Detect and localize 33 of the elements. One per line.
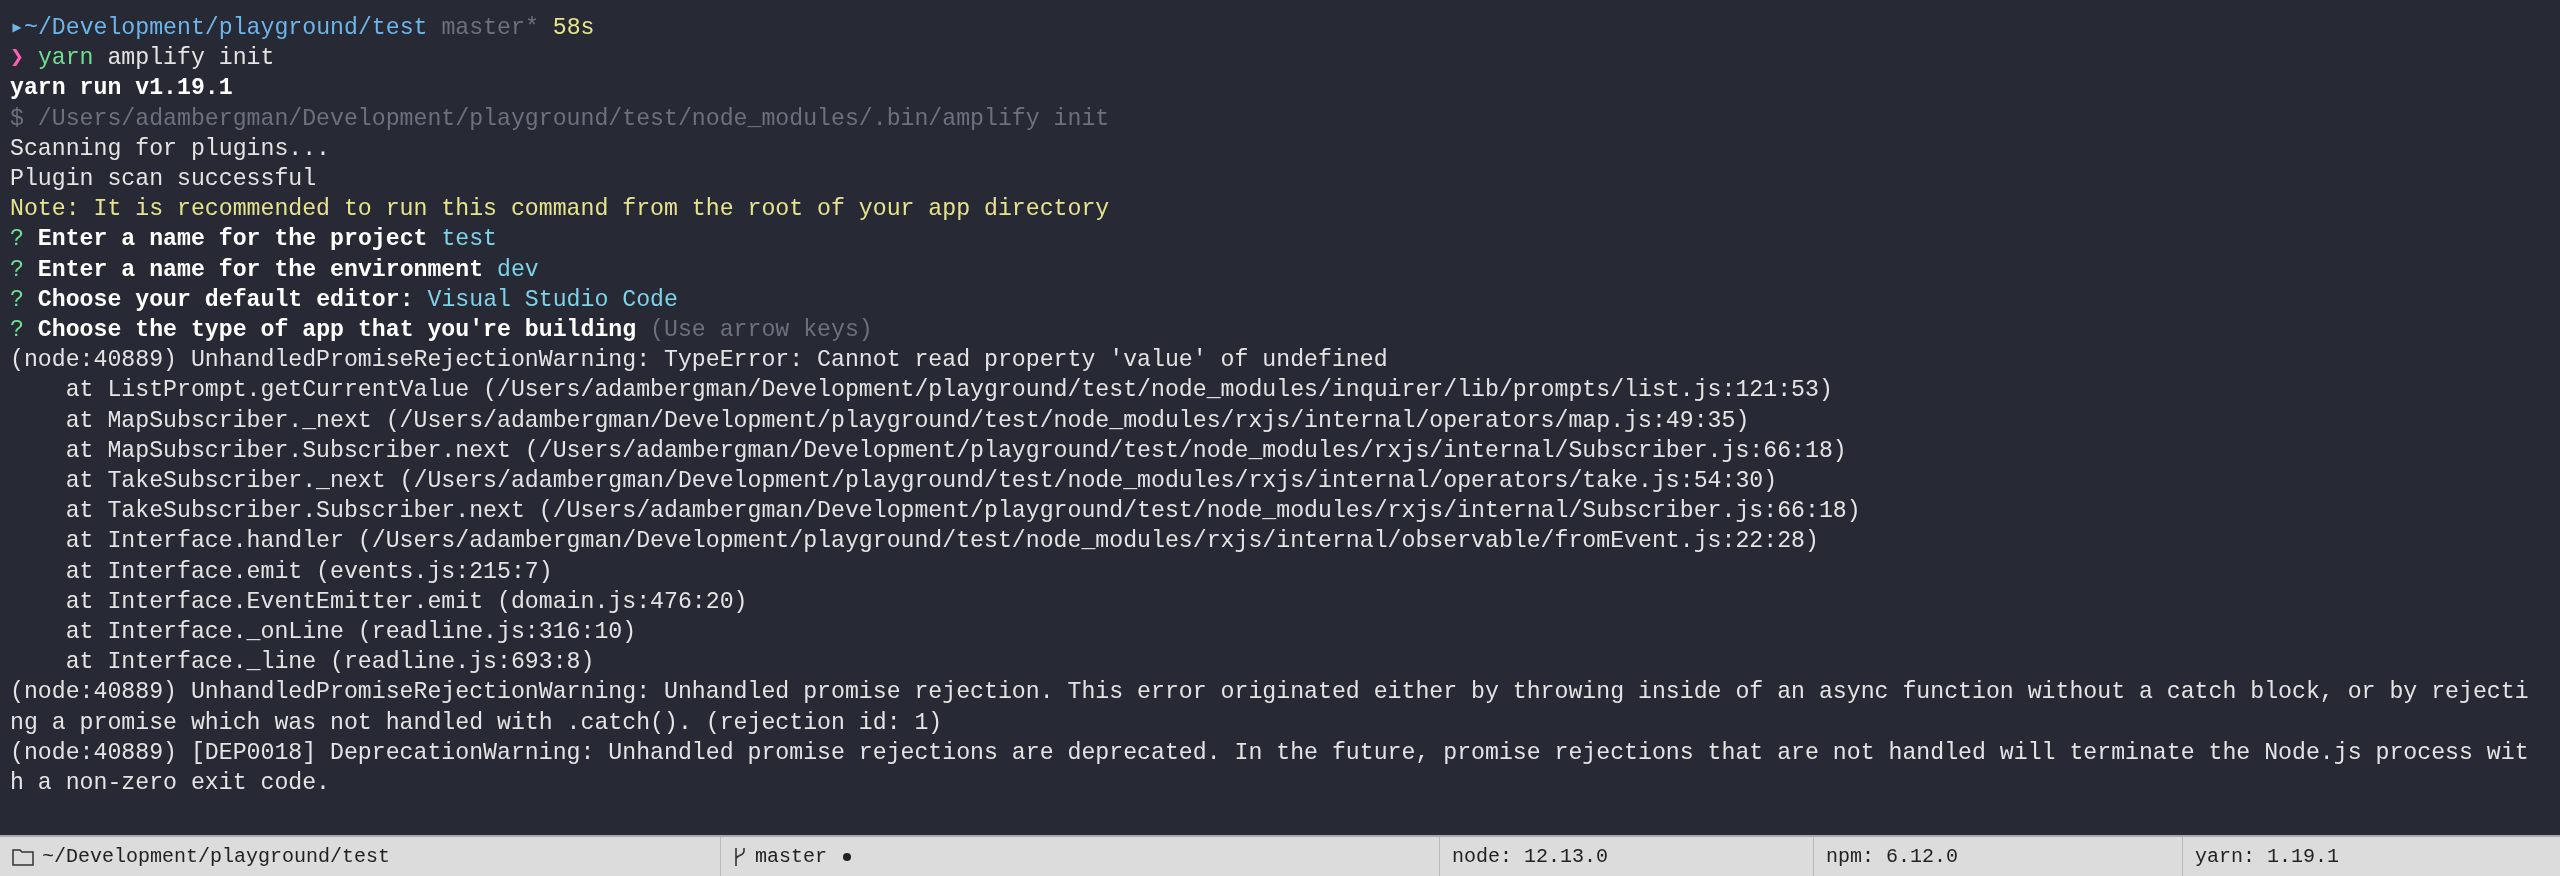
branch-icon	[733, 846, 747, 867]
status-text: npm: 6.12.0	[1826, 843, 1959, 870]
terminal-line: at TakeSubscriber._next (/Users/adambergman/Development/playground/test/node_modules/rxjs/internal/operators/take.js:54:30)	[64, 467, 1778, 497]
terminal-line: ? Choose your default editor: Visual Studio Code	[10, 285, 678, 315]
terminal-line: at TakeSubscriber.Subscriber.next (/Users/adambergman/Development/playground/test/node_modules/rxjs/internal/Subscriber.js:66:18)	[64, 497, 1861, 527]
terminal-line: at MapSubscriber._next (/Users/adambergman/Development/playground/test/node_modules/rxjs/internal/operators/map.js:49:35)	[64, 406, 1750, 436]
terminal-line: ? Enter a name for the project test	[10, 225, 498, 255]
terminal-line: ? Enter a name for the environment dev	[10, 255, 539, 285]
terminal-line: at MapSubscriber.Subscriber.next (/Users/adambergman/Development/playground/test/node_modules/rxjs/internal/Subscriber.js:66:18)	[64, 436, 1847, 466]
terminal-line: (node:40889) [DEP0018] DeprecationWarning: Unhandled promise rejections are deprecated. In the future, promise rejections that are not handled will terminate the Node.js process wit	[10, 738, 2529, 768]
status-text: master	[755, 843, 827, 870]
terminal-line: ▸~/Development/playground/test master* 58s	[10, 14, 595, 43]
terminal-line: yarn run v1.19.1	[10, 74, 233, 104]
terminal-line: $ /Users/adambergman/Development/playground/test/node_modules/.bin/amplify init	[10, 104, 1110, 134]
terminal-line: ng a promise which was not handled with .catch(). (rejection id: 1)	[10, 708, 943, 738]
status-text: node: 12.13.0	[1452, 843, 1609, 870]
terminal-line: at Interface._line (readline.js:693:8)	[64, 648, 595, 678]
terminal-line: (node:40889) UnhandledPromiseRejectionWarning: Unhandled promise rejection. This error originated either by throwing inside of an async function without a catch block, or by rejecti	[10, 678, 2529, 708]
terminal-line: ? Choose the type of app that you're building (Use arrow keys)	[10, 316, 873, 346]
folder-icon	[12, 847, 34, 866]
status-text: ~/Development/playground/test	[42, 843, 391, 870]
terminal-line: ❯ yarn amplify init	[10, 44, 275, 74]
terminal-line: at ListPrompt.getCurrentValue (/Users/adambergman/Development/playground/test/node_modules/inquirer/lib/prompts/list.js:121:53)	[64, 376, 1833, 406]
terminal-line: h a non-zero exit code.	[10, 769, 331, 799]
terminal-line: Note: It is recommended to run this command from the root of your app directory	[10, 195, 1110, 225]
terminal-line: (node:40889) UnhandledPromiseRejectionWarning: TypeError: Cannot read property 'value' of undefined	[10, 346, 1388, 376]
status-text: yarn: 1.19.1	[2195, 843, 2340, 870]
terminal-line: at Interface._onLine (readline.js:316:10)	[64, 618, 637, 648]
terminal-line: at Interface.EventEmitter.emit (domain.js:476:20)	[64, 587, 748, 617]
terminal-line: Plugin scan successful	[10, 165, 317, 194]
terminal-line: Scanning for plugins...	[10, 134, 331, 164]
terminal-line: at Interface.handler (/Users/adambergman/Development/playground/test/node_modules/rxjs/internal/observable/fromEvent.js:22:28)	[64, 527, 1819, 557]
terminal-line: at Interface.emit (events.js:215:7)	[64, 557, 553, 587]
